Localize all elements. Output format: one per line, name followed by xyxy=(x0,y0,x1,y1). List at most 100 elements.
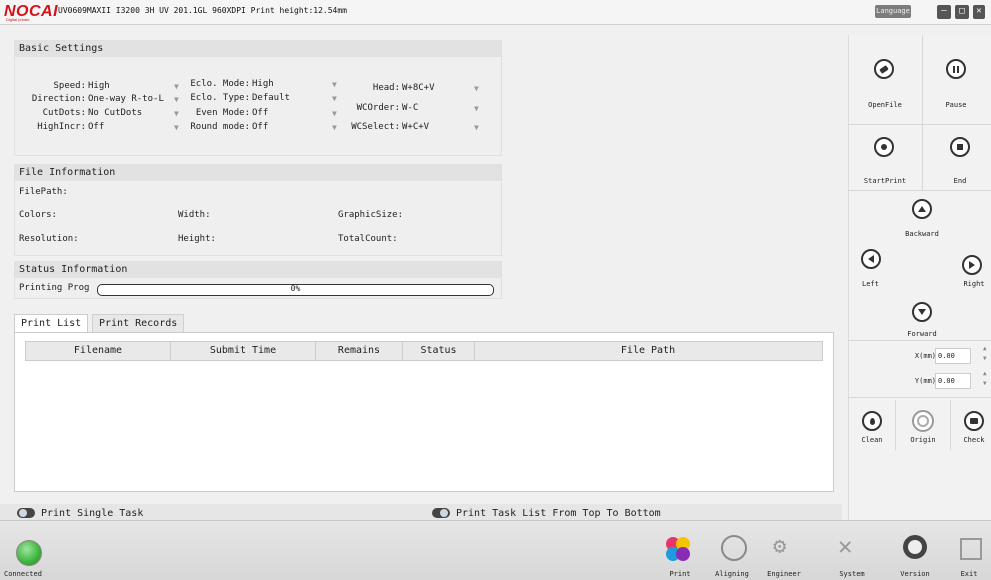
tab-print-records[interactable]: Print Records xyxy=(92,314,185,333)
even-mode-select[interactable]: Off xyxy=(252,108,268,118)
y-coord-input[interactable]: 0.00 xyxy=(935,373,971,389)
wcselect-label: WCSelect: xyxy=(351,122,400,132)
open-file-label[interactable]: OpenFile xyxy=(860,101,910,109)
eclo-mode-label: Eclo. Mode: xyxy=(190,79,250,89)
x-stepper-down-icon[interactable]: ▼ xyxy=(983,355,987,362)
column-submit-time[interactable]: Submit Time xyxy=(171,342,316,360)
round-mode-label: Round mode: xyxy=(190,122,250,132)
top-to-bottom-toggle[interactable] xyxy=(432,508,450,518)
even-mode-label: Even Mode: xyxy=(195,108,250,118)
version-label[interactable]: Version xyxy=(895,570,935,578)
version-home-icon[interactable] xyxy=(903,535,927,559)
wcorder-select[interactable]: W-C xyxy=(402,103,418,113)
engineer-label[interactable]: Engineer xyxy=(764,570,804,578)
eclo-type-dropdown-icon[interactable]: ▼ xyxy=(332,94,337,103)
speed-label: Speed: xyxy=(53,81,86,91)
start-print-icon[interactable] xyxy=(874,137,894,157)
left-label[interactable]: Left xyxy=(862,280,882,288)
y-coord-label: Y(mm) xyxy=(914,377,936,385)
eclo-type-select[interactable]: Default xyxy=(252,93,290,103)
open-file-icon[interactable] xyxy=(874,59,894,79)
pause-icon[interactable] xyxy=(946,59,966,79)
right-label[interactable]: Right xyxy=(960,280,988,288)
divider xyxy=(848,124,991,125)
highincr-label: HighIncr: xyxy=(37,122,86,132)
window-title: UV0609MAXII I3200 3H UV 201.1GL 960XDPI … xyxy=(58,6,347,15)
clean-label[interactable]: Clean xyxy=(858,436,886,444)
direction-dropdown-icon[interactable]: ▼ xyxy=(174,95,179,104)
y-stepper-up-icon[interactable]: ▲ xyxy=(983,370,987,377)
start-print-label[interactable]: StartPrint xyxy=(860,177,910,185)
maximize-icon[interactable]: □ xyxy=(955,5,969,19)
check-icon[interactable] xyxy=(964,411,984,431)
toggle-knob xyxy=(19,509,27,517)
pause-label[interactable]: Pause xyxy=(933,101,979,109)
cutdots-dropdown-icon[interactable]: ▼ xyxy=(174,109,179,118)
aligning-magnifier-icon[interactable] xyxy=(721,535,747,561)
even-mode-dropdown-icon[interactable]: ▼ xyxy=(332,109,337,118)
column-status[interactable]: Status xyxy=(403,342,475,360)
file-info-header: File Information xyxy=(15,165,501,181)
x-stepper-up-icon[interactable]: ▲ xyxy=(983,345,987,352)
print-icon[interactable] xyxy=(664,535,694,565)
title-bar: NOCAI Digital printer UV0609MAXII I3200 … xyxy=(0,0,991,25)
print-label[interactable]: Print xyxy=(660,570,700,578)
app-logo-subtitle: Digital printer xyxy=(6,17,30,22)
minimize-icon[interactable]: – xyxy=(937,5,951,19)
tab-print-list[interactable]: Print List xyxy=(14,314,89,333)
aligning-label[interactable]: Aligning xyxy=(712,570,752,578)
backward-label[interactable]: Backward xyxy=(900,230,944,238)
connection-status-icon xyxy=(16,540,42,566)
origin-icon[interactable] xyxy=(912,410,934,432)
speed-select[interactable]: High xyxy=(88,81,110,91)
origin-label[interactable]: Origin xyxy=(906,436,940,444)
direction-select[interactable]: One-way R-to-L xyxy=(88,94,164,104)
cutdots-select[interactable]: No CutDots xyxy=(88,108,142,118)
eclo-mode-select[interactable]: High xyxy=(252,79,274,89)
graphicsize-label: GraphicSize: xyxy=(338,210,404,220)
progress-text: 0% xyxy=(290,284,301,293)
round-mode-select[interactable]: Off xyxy=(252,122,268,132)
language-button[interactable]: Language xyxy=(875,5,911,18)
highincr-select[interactable]: Off xyxy=(88,122,104,132)
speed-dropdown-icon[interactable]: ▼ xyxy=(174,82,179,91)
print-list-table: Filename Submit Time Remains Status File… xyxy=(14,332,834,492)
right-arrow-icon[interactable] xyxy=(962,255,982,275)
filepath-label: FilePath: xyxy=(19,187,68,197)
column-remains[interactable]: Remains xyxy=(316,342,403,360)
engineer-gears-icon[interactable]: ⚙ xyxy=(773,534,786,559)
y-stepper-down-icon[interactable]: ▼ xyxy=(983,380,987,387)
system-tools-icon[interactable]: ✕ xyxy=(838,532,852,560)
wcorder-dropdown-icon[interactable]: ▼ xyxy=(474,104,479,113)
check-label[interactable]: Check xyxy=(958,436,990,444)
table-header: Filename Submit Time Remains Status File… xyxy=(25,341,823,361)
system-label[interactable]: System xyxy=(832,570,872,578)
end-label[interactable]: End xyxy=(937,177,983,185)
column-filename[interactable]: Filename xyxy=(26,342,171,360)
eclo-mode-dropdown-icon[interactable]: ▼ xyxy=(332,80,337,89)
single-task-label: Print Single Task xyxy=(41,508,144,519)
wcselect-dropdown-icon[interactable]: ▼ xyxy=(474,123,479,132)
clean-drop-icon[interactable] xyxy=(862,411,882,431)
head-select[interactable]: W+8C+V xyxy=(402,83,435,93)
forward-label[interactable]: Forward xyxy=(900,330,944,338)
round-mode-dropdown-icon[interactable]: ▼ xyxy=(332,123,337,132)
single-task-toggle[interactable] xyxy=(17,508,35,518)
column-file-path[interactable]: File Path xyxy=(475,342,821,360)
close-icon[interactable]: ✕ xyxy=(973,5,985,19)
eclo-type-label: Eclo. Type: xyxy=(190,93,250,103)
head-dropdown-icon[interactable]: ▼ xyxy=(474,84,479,93)
x-coord-label: X(mm) xyxy=(914,352,936,360)
wcselect-select[interactable]: W+C+V xyxy=(402,122,429,132)
forward-arrow-icon[interactable] xyxy=(912,302,932,322)
cutdots-label: CutDots: xyxy=(42,108,86,118)
end-icon[interactable] xyxy=(950,137,970,157)
highincr-dropdown-icon[interactable]: ▼ xyxy=(174,123,179,132)
x-coord-input[interactable]: 0.00 xyxy=(935,348,971,364)
left-arrow-icon[interactable] xyxy=(861,249,881,269)
backward-arrow-icon[interactable] xyxy=(912,199,932,219)
head-label: Head: xyxy=(372,83,400,93)
exit-door-icon[interactable] xyxy=(960,538,982,560)
exit-label[interactable]: Exit xyxy=(952,570,986,578)
divider xyxy=(848,340,991,341)
